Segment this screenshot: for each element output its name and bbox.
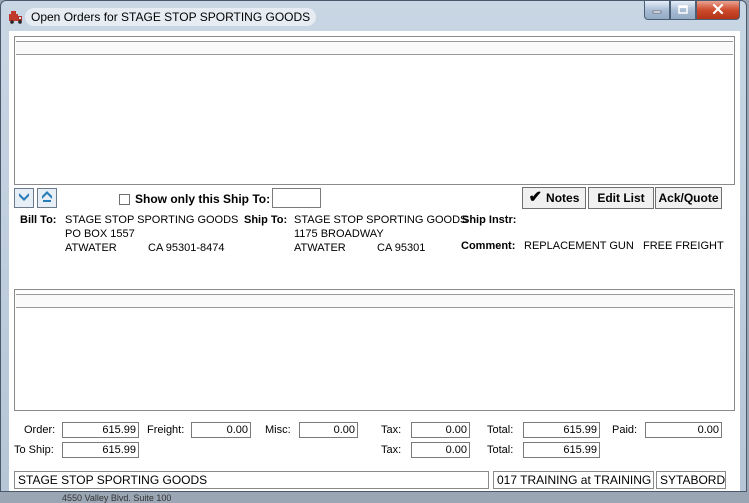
edit-list-button[interactable]: Edit List xyxy=(588,187,654,209)
comment-value-1: REPLACEMENT GUN xyxy=(524,240,634,252)
window-title: Open Orders for STAGE STOP SPORTING GOOD… xyxy=(25,8,317,26)
show-only-ship-to-checkbox[interactable] xyxy=(119,194,130,205)
ship-instr-label: Ship Instr: xyxy=(462,214,517,226)
maximize-button[interactable] xyxy=(670,1,696,20)
scroll-down-button[interactable] xyxy=(14,188,34,208)
status-location: 017 TRAINING at TRAINING xyxy=(493,471,654,489)
total-field-1[interactable]: 615.99 xyxy=(523,422,600,438)
minimize-icon xyxy=(652,1,662,19)
orders-grid[interactable] xyxy=(14,36,735,185)
ship-to-filter-input[interactable] xyxy=(272,188,321,208)
comment-value-2: FREE FREIGHT xyxy=(643,240,724,252)
client-area: Show only this Ship To: ✔ Notes Edit Lis… xyxy=(9,31,740,491)
bill-to-name: STAGE STOP SPORTING GOODS xyxy=(65,214,239,226)
tax-label-1: Tax: xyxy=(381,424,402,436)
status-customer: STAGE STOP SPORTING GOODS xyxy=(14,471,489,489)
ship-to-label: Ship To: xyxy=(244,214,288,226)
ship-to-name: STAGE STOP SPORTING GOODS xyxy=(294,214,468,226)
scroll-up-button[interactable] xyxy=(37,188,57,208)
ship-to-city: ATWATER xyxy=(294,242,346,254)
order-amount-field[interactable]: 615.99 xyxy=(62,422,139,438)
bill-to-state-zip: CA 95301-8474 xyxy=(148,242,225,254)
tax-label-2: Tax: xyxy=(381,444,402,456)
ship-to-state-zip: CA 95301 xyxy=(377,242,426,254)
total-field-2[interactable]: 615.99 xyxy=(523,442,600,458)
freight-field[interactable]: 0.00 xyxy=(191,422,251,438)
notes-button-label: Notes xyxy=(546,191,580,205)
checkmark-icon: ✔ xyxy=(528,189,543,206)
bill-to-line1: PO BOX 1557 xyxy=(65,228,135,240)
paid-label: Paid: xyxy=(612,424,638,436)
scroll-up-icon xyxy=(40,189,54,208)
order-lines-grid-header xyxy=(16,294,733,308)
title-bar[interactable]: Open Orders for STAGE STOP SPORTING GOOD… xyxy=(1,1,746,31)
ship-to-line1: 1175 BROADWAY xyxy=(294,228,384,240)
bill-to-city: ATWATER xyxy=(65,242,117,254)
orders-grid-header xyxy=(16,41,733,55)
open-orders-window: Open Orders for STAGE STOP SPORTING GOOD… xyxy=(0,0,747,492)
notes-button[interactable]: ✔ Notes xyxy=(522,187,586,209)
to-ship-label: To Ship: xyxy=(14,444,54,456)
order-label: Order: xyxy=(24,424,56,436)
order-lines-grid[interactable] xyxy=(14,289,735,411)
close-icon xyxy=(712,1,724,19)
total-label-2: Total: xyxy=(487,444,514,456)
maximize-icon xyxy=(678,1,688,19)
freight-label: Freight: xyxy=(147,424,185,436)
tax-field-1[interactable]: 0.00 xyxy=(411,422,470,438)
misc-field[interactable]: 0.00 xyxy=(299,422,358,438)
ack-quote-button[interactable]: Ack/Quote xyxy=(655,187,722,209)
bill-to-label: Bill To: xyxy=(20,214,57,226)
scroll-down-icon xyxy=(17,189,31,208)
edit-list-button-label: Edit List xyxy=(597,191,645,205)
misc-label: Misc: xyxy=(265,424,291,436)
status-user: SYTABORD xyxy=(656,471,726,489)
to-ship-field[interactable]: 615.99 xyxy=(62,442,139,458)
comment-label: Comment: xyxy=(461,240,516,252)
close-button[interactable] xyxy=(696,1,740,20)
ack-quote-button-label: Ack/Quote xyxy=(658,191,719,205)
total-label-1: Total: xyxy=(487,424,514,436)
tax-field-2[interactable]: 0.00 xyxy=(411,442,470,458)
paid-field[interactable]: 0.00 xyxy=(645,422,722,438)
window-controls xyxy=(644,1,740,21)
truck-icon xyxy=(8,9,24,25)
minimize-button[interactable] xyxy=(644,1,670,20)
show-only-ship-to-label: Show only this Ship To: xyxy=(135,192,271,206)
